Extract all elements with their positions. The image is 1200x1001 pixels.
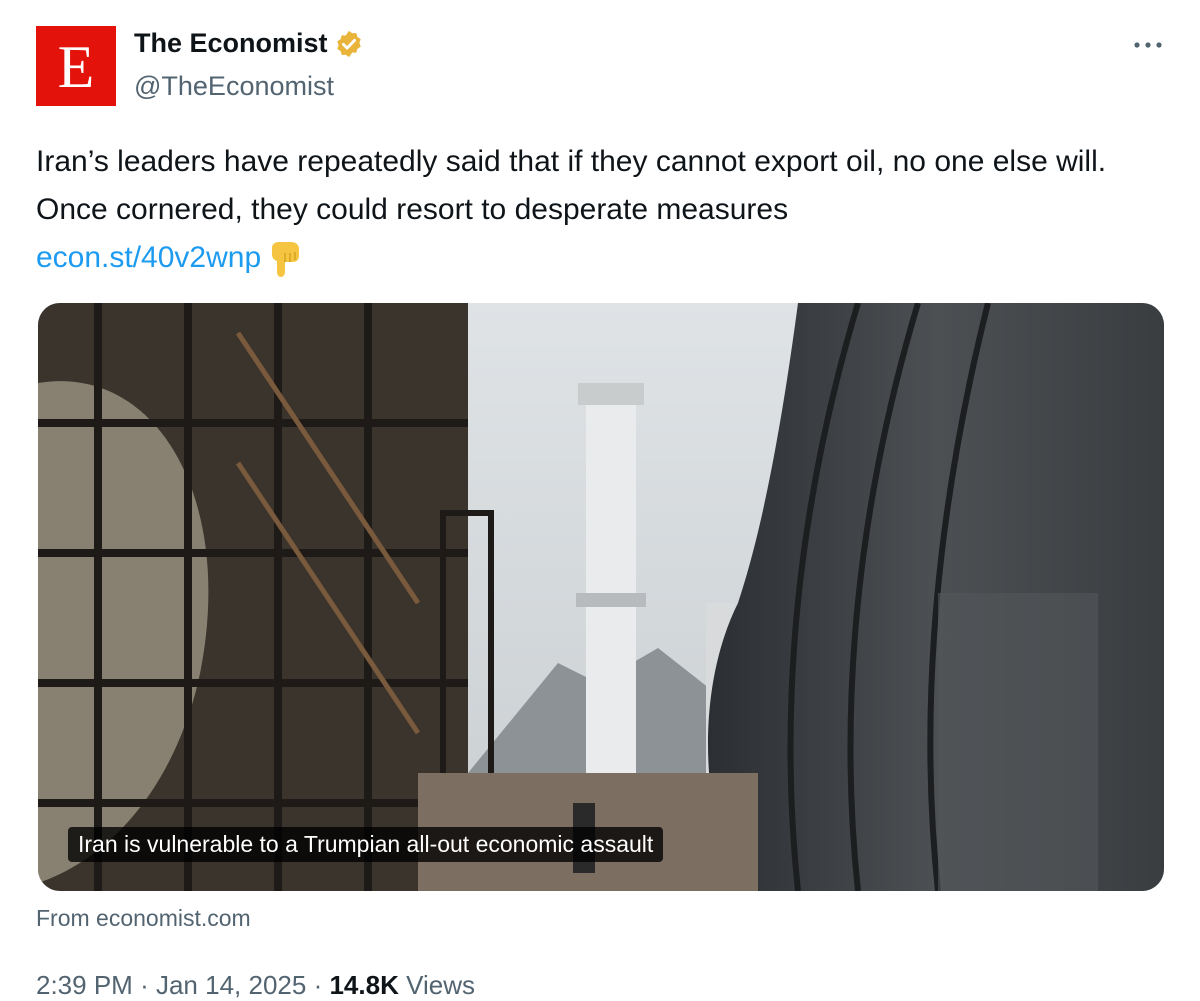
avatar[interactable]: E xyxy=(36,26,116,106)
pointing-down-icon xyxy=(272,242,300,278)
card-source[interactable]: From economist.com xyxy=(36,905,251,932)
tweet-link[interactable]: econ.st/40v2wnp xyxy=(36,241,261,274)
tweet-meta: 2:39 PM · Jan 14, 2025 · 14.8K Views xyxy=(36,970,475,1001)
verified-badge-icon xyxy=(336,30,361,57)
handle[interactable]: @TheEconomist xyxy=(134,71,334,102)
more-options-button[interactable] xyxy=(1128,30,1168,60)
display-name[interactable]: The Economist xyxy=(134,28,328,59)
tweet: E The Economist @TheEconomist Iran’s lea… xyxy=(0,0,1200,1000)
tweet-text: Iran’s leaders have repeatedly said that… xyxy=(36,138,1166,282)
author-name-row: The Economist xyxy=(134,28,364,59)
card-caption: Iran is vulnerable to a Trumpian all-out… xyxy=(68,827,664,862)
link-card[interactable]: Iran is vulnerable to a Trumpian all-out… xyxy=(38,303,1164,891)
tweet-body: Iran’s leaders have repeatedly said that… xyxy=(36,145,1107,226)
refinery-photo xyxy=(38,303,1164,891)
avatar-letter: E xyxy=(57,34,95,100)
more-horizontal-icon xyxy=(1134,42,1162,48)
